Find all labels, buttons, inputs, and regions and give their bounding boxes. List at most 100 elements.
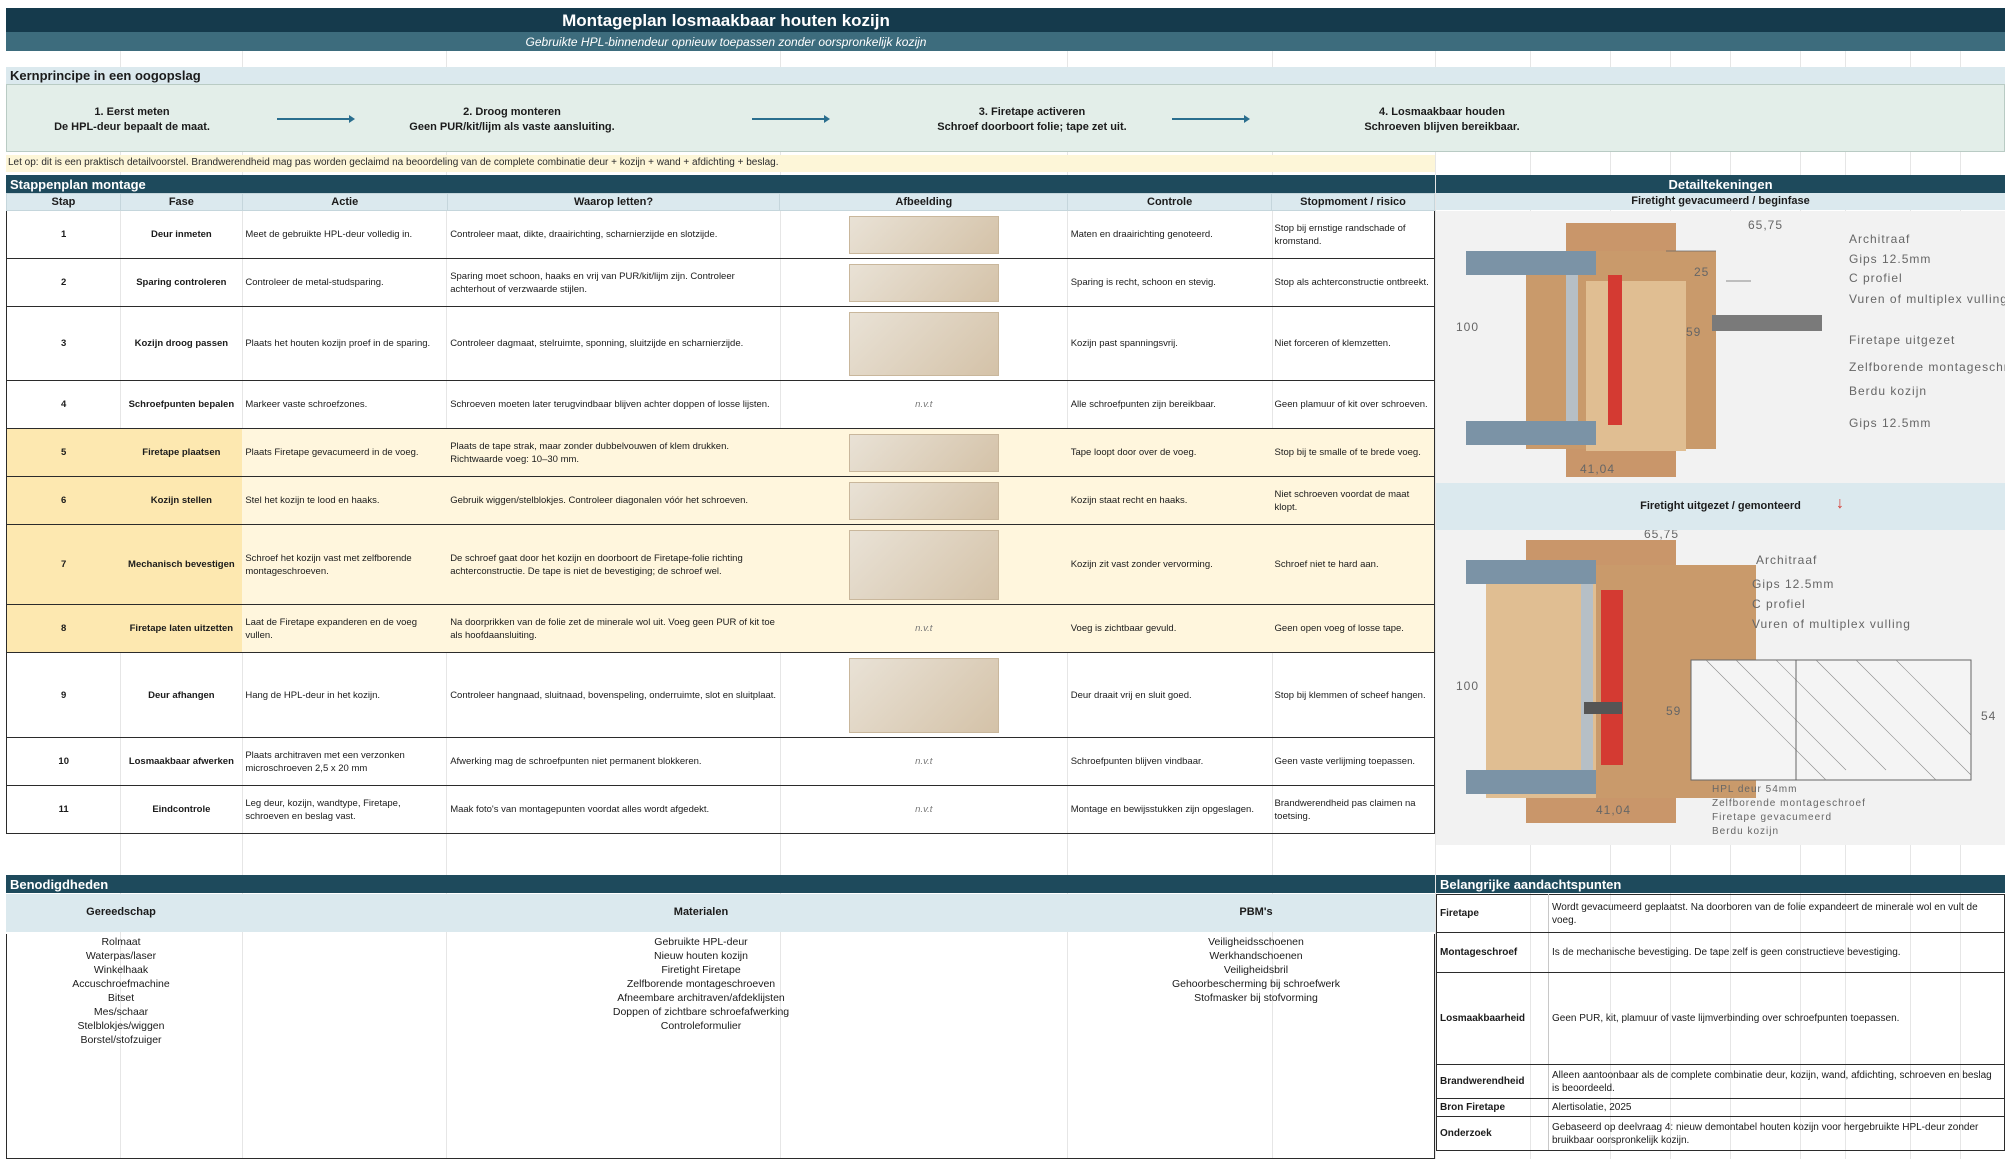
subtitle-bar: Gebruikte HPL-binnendeur opnieuw toepass…	[6, 32, 2005, 51]
list-item: Werkhandschoenen	[1209, 950, 1303, 962]
column-header: Fase	[119, 193, 243, 211]
filler-shape	[1586, 281, 1686, 451]
step-risk: Geen vaste verlijming toepassen.	[1271, 737, 1435, 786]
list-item: Stelblokjes/wiggen	[77, 1020, 165, 1032]
step-action: Plaats het houten kozijn proef in de spa…	[242, 306, 448, 381]
step-attention: Plaats de tape strak, maar zonder dubbel…	[447, 428, 780, 477]
step-attention: Na doorprikken van de folie zet de miner…	[447, 604, 780, 653]
door-section	[1690, 659, 1972, 781]
aandachtspunten-heading: Belangrijke aandachtspunten	[1436, 875, 2005, 893]
table-row: Montageschroef Is de mechanische bevestig…	[1436, 932, 2005, 973]
page-subtitle: Gebruikte HPL-binnendeur opnieuw toepass…	[525, 35, 927, 49]
step-illustration	[848, 263, 999, 302]
dim-label: 100	[1456, 679, 1479, 693]
table-row: 9 Deur afhangen Hang de HPL-deur in het ko…	[6, 652, 1435, 738]
table-row: 6 Kozijn stellen Stel het kozijn te lood e…	[6, 476, 1435, 525]
callout-label: Zelfborende montageschroef	[1712, 798, 1866, 809]
dim-label: 41,04	[1596, 803, 1631, 817]
column-title: PBM's	[1239, 906, 1273, 918]
callout-label: HPL deur 54mm	[1712, 784, 1797, 795]
callout-label: C profiel	[1849, 271, 1903, 285]
attention-value: Alertisolatie, 2025	[1548, 1098, 2005, 1117]
table-row: 10 Losmaakbaar afwerken Plaats architraven…	[6, 737, 1435, 786]
list-item: Rolmaat	[101, 936, 141, 948]
column-title: Materialen	[673, 906, 729, 918]
warning-note: Let op: dit is een praktisch detailvoors…	[6, 155, 1435, 172]
benodigdheden-heading: Benodigdheden	[6, 875, 1435, 893]
detail-top-svg: 65,75 25 59 100 41,04 Architraaf Gips 12…	[1456, 218, 2015, 477]
step-image	[779, 306, 1068, 381]
detail-bottom-svg: 65,75 100 59 54 41,04 Architraaf Gips 12…	[1456, 527, 1996, 837]
attention-key: Montageschroef	[1436, 932, 1549, 973]
principle-step-1: 1. Eerst meten De HPL-deur bepaalt de ma…	[0, 105, 282, 135]
attention-key: Onderzoek	[1436, 1116, 1549, 1151]
step-image	[779, 428, 1068, 477]
step-image: n.v.t	[779, 785, 1068, 834]
step-image	[779, 476, 1068, 525]
callout-label: C profiel	[1752, 597, 1806, 611]
step-attention: Maak foto's van montagepunten voordat al…	[447, 785, 780, 834]
list-item: Borstel/stofzuiger	[80, 1034, 162, 1046]
step-action: Plaats Firetape gevacumeerd in de voeg.	[242, 428, 448, 477]
step-check: Maten en draairichting genoteerd.	[1067, 210, 1272, 259]
dim-label: 65,75	[1748, 218, 1783, 232]
list-item: Veiligheidsschoenen	[1208, 936, 1304, 948]
column-header: Waarop letten?	[446, 193, 781, 211]
step-attention: Controleer maat, dikte, draairichting, s…	[447, 210, 780, 259]
step-number: 6	[6, 476, 121, 525]
step-action: Leg deur, kozijn, wandtype, Firetape, sc…	[242, 785, 448, 834]
table-row: Bron Firetape Alertisolatie, 2025	[1436, 1098, 2005, 1117]
page-title: Montageplan losmaakbaar houten kozijn	[562, 11, 890, 30]
arrow-down-icon: ↓	[1836, 495, 1844, 512]
step-action: Hang de HPL-deur in het kozijn.	[242, 652, 448, 738]
step-number: 3	[6, 306, 121, 381]
step-action: Schroef het kozijn vast met zelfborende …	[242, 524, 448, 605]
step-illustration	[848, 657, 999, 733]
step-attention: Afwerking mag de schroefpunten niet perm…	[447, 737, 780, 786]
table-row: 7 Mechanisch bevestigen Schroef het kozijn…	[6, 524, 1435, 605]
dim-label: 54	[1981, 709, 1996, 723]
column-header: Stap	[6, 193, 121, 211]
attention-value: Gebaseerd op deelvraag 4: nieuw demontab…	[1548, 1116, 2005, 1151]
step-illustration	[848, 215, 999, 254]
attention-key: Firetape	[1436, 894, 1549, 933]
tools-list: Rolmaat Waterpas/laser Winkelhaak Accuschro…	[6, 935, 236, 1047]
detail-bottom-caption: Firetight uitgezet / gemonteerd ↓	[1436, 483, 2005, 530]
table-row: Firetape Wordt gevacumeerd geplaatst. Na …	[1436, 894, 2005, 933]
dim-label: 59	[1666, 704, 1681, 718]
list-item: Mes/schaar	[93, 1006, 149, 1018]
table-row: 5 Firetape plaatsen Plaats Firetape gevacu…	[6, 428, 1435, 477]
c-profile	[1581, 584, 1593, 770]
gypsum-board	[1466, 560, 1596, 584]
step-number: 5	[6, 428, 121, 477]
dim-label: 59	[1686, 325, 1701, 339]
step-image	[779, 258, 1068, 307]
detail-bottom-caption-text: Firetight uitgezet / gemonteerd	[1640, 500, 1801, 512]
gypsum-board	[1466, 251, 1596, 275]
step-check: Sparing is recht, schoon en stevig.	[1067, 258, 1272, 307]
step-check: Tape loopt door over de voeg.	[1067, 428, 1272, 477]
column-header: Stopmoment / risico	[1271, 193, 1435, 211]
arrow-icon	[1172, 115, 1250, 123]
table-row: Losmaakbaarheid Geen PUR, kit, plamuur of…	[1436, 972, 2005, 1065]
callout-label: Architraaf	[1849, 232, 1910, 246]
step-action: Plaats architraven met een verzonken mic…	[242, 737, 448, 786]
principle-step-text: Geen PUR/kit/lijm als vaste aansluiting.	[409, 121, 615, 133]
title-bar: Montageplan losmaakbaar houten kozijn	[6, 8, 2005, 32]
table-row: 4 Schroefpunten bepalen Markeer vaste schr…	[6, 380, 1435, 429]
step-illustration	[848, 311, 999, 376]
firetape-shape	[1608, 275, 1622, 425]
step-image	[779, 210, 1068, 259]
step-phase: Schroefpunten bepalen	[120, 380, 243, 429]
dim-label: 65,75	[1644, 530, 1679, 541]
attention-value: Geen PUR, kit, plamuur of vaste lijmverb…	[1548, 972, 2005, 1065]
principle-step-2: 2. Droog monteren Geen PUR/kit/lijm als …	[362, 105, 662, 135]
principle-step-4: 4. Losmaakbaar houden Schroeven blijven …	[1292, 105, 1592, 135]
arrow-icon	[752, 115, 830, 123]
step-action: Controleer de metal-studsparing.	[242, 258, 448, 307]
c-profile	[1566, 275, 1578, 421]
step-image: n.v.t	[779, 380, 1068, 429]
step-phase: Kozijn droog passen	[120, 306, 243, 381]
steps-heading: Stappenplan montage	[6, 175, 1435, 193]
column-title: Gereedschap	[86, 906, 156, 918]
